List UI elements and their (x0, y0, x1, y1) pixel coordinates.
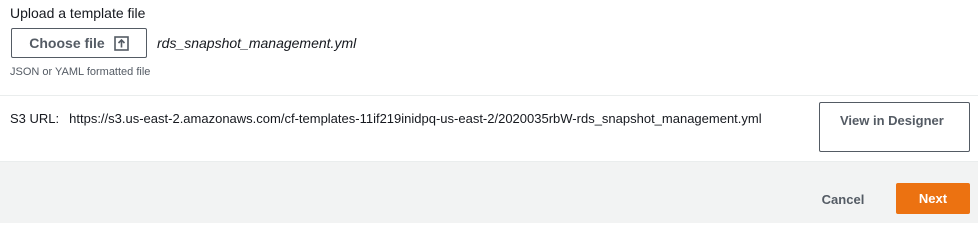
s3-url-section: S3 URL: https://s3.us-east-2.amazonaws.co… (10, 101, 978, 156)
s3-url-value: https://s3.us-east-2.amazonaws.com/cf-te… (69, 111, 762, 126)
s3-url-text: S3 URL: https://s3.us-east-2.amazonaws.co… (10, 109, 815, 129)
next-button[interactable]: Next (896, 183, 970, 214)
template-source-panel: Upload a template file Choose file rds_s… (0, 0, 978, 223)
file-format-hint: JSON or YAML formatted file (10, 66, 151, 78)
upload-icon (113, 35, 129, 51)
upload-template-section: Upload a template file Choose file rds_s… (10, 0, 970, 95)
selected-file-name: rds_snapshot_management.yml (157, 35, 357, 51)
choose-file-label: Choose file (29, 35, 105, 51)
section-divider (0, 95, 978, 96)
wizard-footer: Cancel Next (0, 161, 978, 223)
upload-template-label: Upload a template file (10, 5, 146, 21)
s3-url-label: S3 URL: (10, 111, 60, 126)
view-in-designer-button[interactable]: View in Designer (819, 102, 970, 152)
choose-file-button[interactable]: Choose file (11, 28, 147, 58)
cancel-button[interactable]: Cancel (808, 184, 878, 214)
